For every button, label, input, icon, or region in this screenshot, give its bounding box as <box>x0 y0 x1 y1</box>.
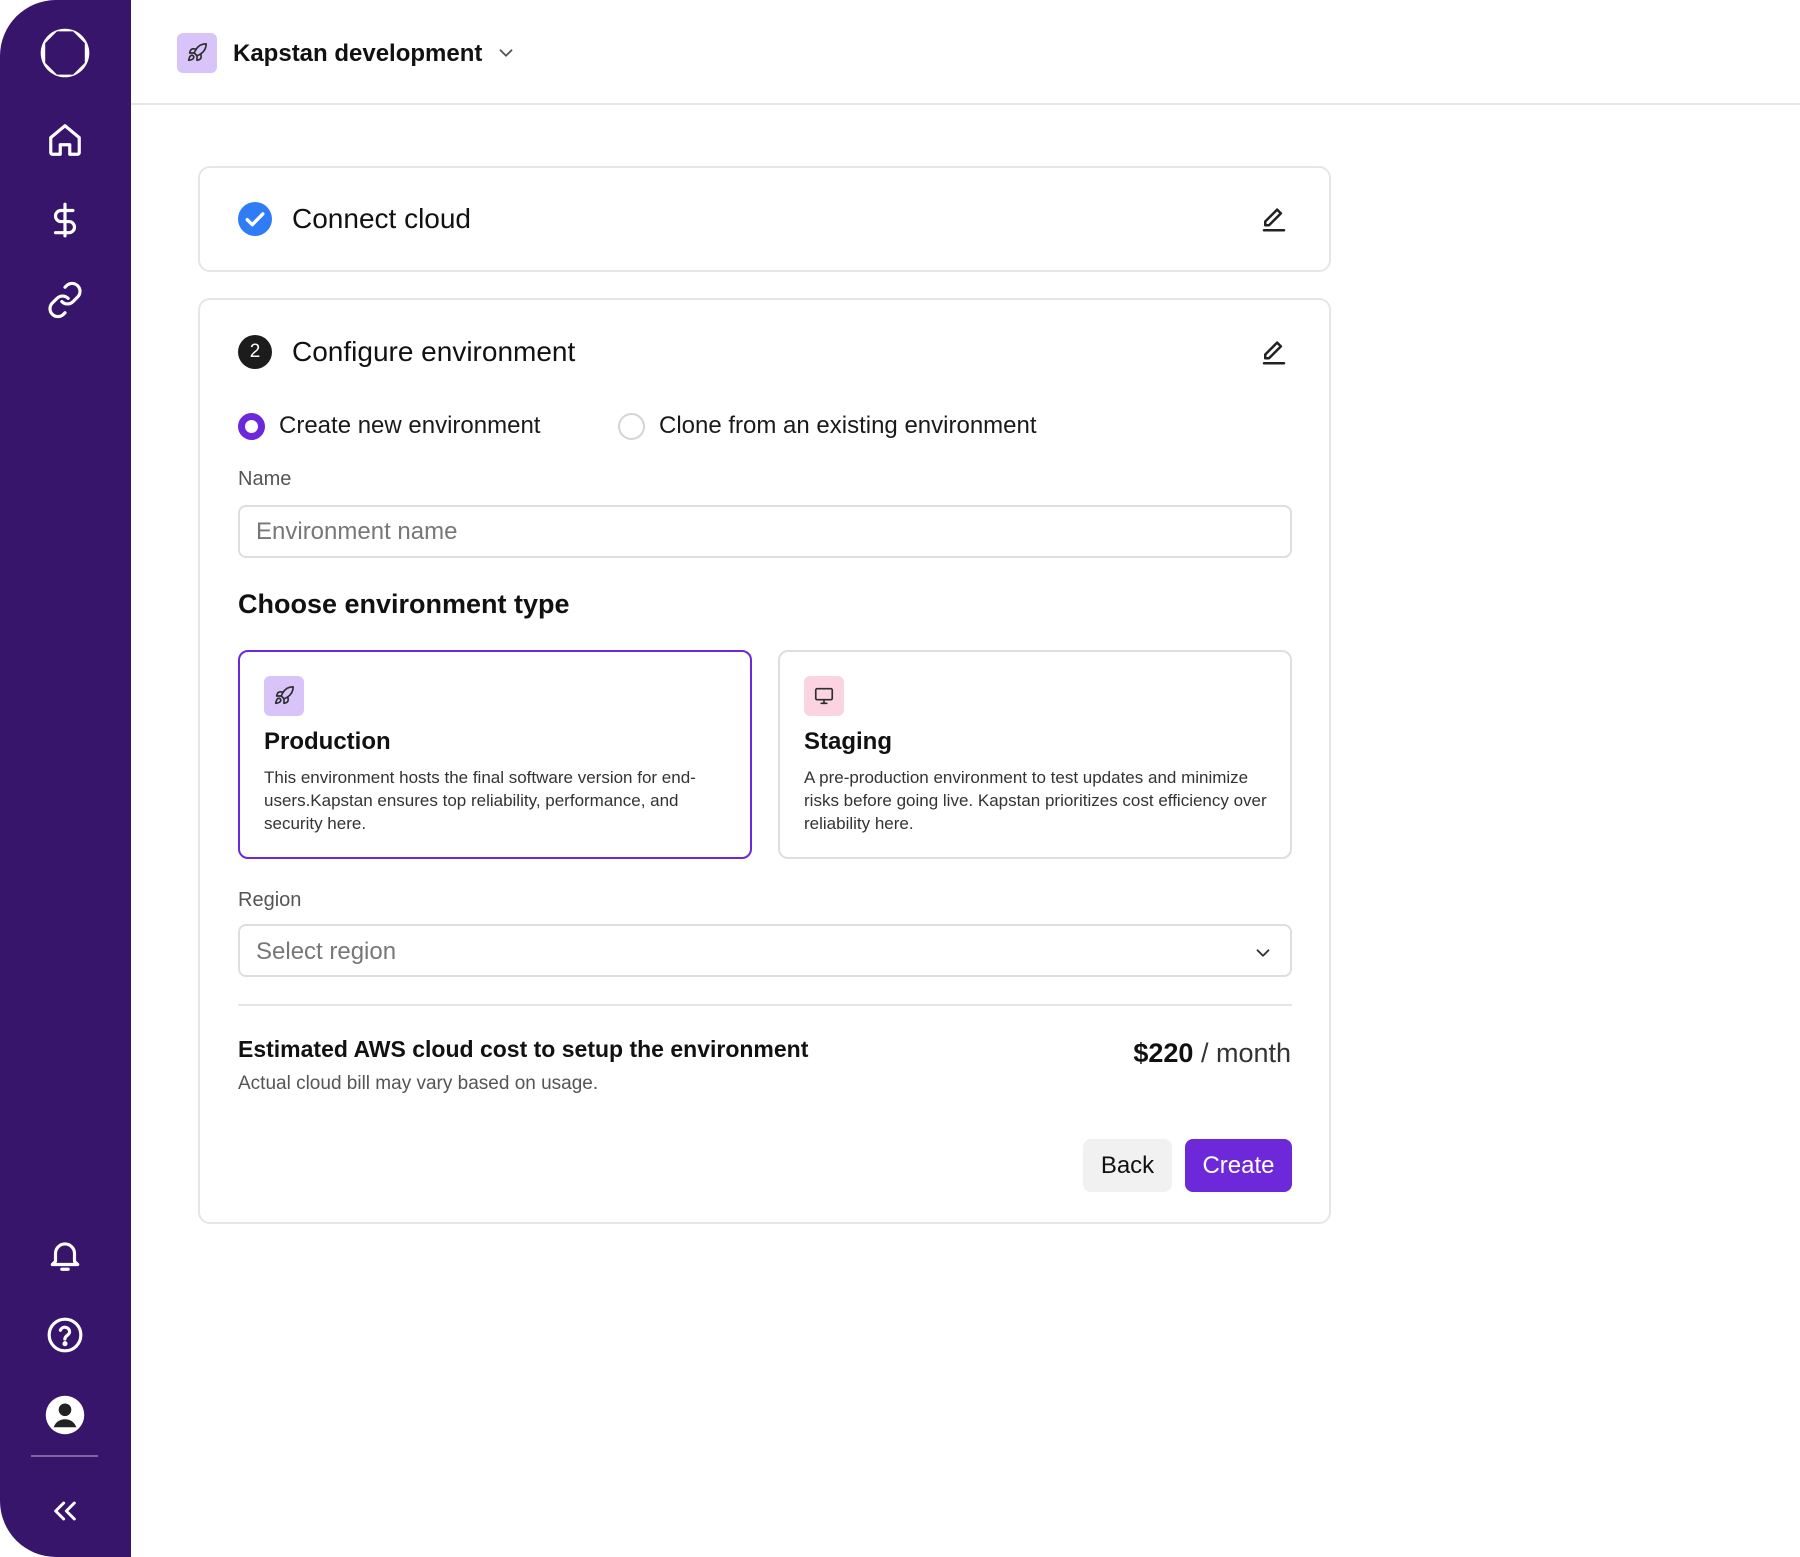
env-title-production: Production <box>264 728 391 755</box>
edit-icon[interactable] <box>1257 202 1291 236</box>
radio-button-clone-existing[interactable] <box>618 412 645 440</box>
env-type-staging[interactable]: Staging A pre-production environment to … <box>778 650 1292 859</box>
radio-clone-existing[interactable]: Clone from an existing environment <box>618 408 1037 444</box>
sidebar-divider <box>31 1455 98 1457</box>
environment-name-input[interactable] <box>238 505 1292 558</box>
region-select-placeholder: Select region <box>256 938 397 965</box>
cost-divider <box>238 1004 1292 1006</box>
help-icon[interactable] <box>38 1308 92 1362</box>
link-icon[interactable] <box>38 273 92 327</box>
top-bar: Kapstan development <box>131 0 1800 105</box>
name-label: Name <box>238 468 292 490</box>
back-button[interactable]: Back <box>1083 1139 1172 1192</box>
env-type-production[interactable]: Production This environment hosts the fi… <box>238 650 752 859</box>
radio-create-new[interactable]: Create new environment <box>238 408 540 444</box>
edit-icon[interactable] <box>1257 335 1291 369</box>
cost-amount: $220 <box>1133 1038 1194 1068</box>
home-icon[interactable] <box>38 113 92 167</box>
env-title-staging: Staging <box>804 728 892 755</box>
cost-period: / month <box>1193 1038 1291 1068</box>
chevron-down-icon[interactable] <box>495 42 517 69</box>
create-button[interactable]: Create <box>1185 1139 1292 1192</box>
rocket-icon <box>264 676 304 716</box>
radio-label-clone-existing: Clone from an existing environment <box>659 412 1037 439</box>
region-label: Region <box>238 889 302 911</box>
radio-label-create-new: Create new environment <box>279 412 541 439</box>
user-icon[interactable] <box>38 1388 92 1442</box>
double-chevron-left-icon[interactable] <box>38 1484 92 1538</box>
connect-cloud-step: Connect cloud <box>198 166 1331 272</box>
bell-icon[interactable] <box>38 1228 92 1282</box>
env-description-staging: A pre-production environment to test upd… <box>804 768 1267 833</box>
environment-type-heading: Choose environment type <box>238 589 570 619</box>
cost-estimate-note: Actual cloud bill may vary based on usag… <box>238 1073 599 1094</box>
sidebar <box>0 0 131 1557</box>
step-number-badge: 2 <box>238 335 272 369</box>
cost-estimate-title: Estimated AWS cloud cost to setup the en… <box>238 1036 809 1062</box>
env-description-production: This environment hosts the final softwar… <box>264 768 696 833</box>
cost-estimate-value: $220 / month <box>1133 1036 1291 1070</box>
rocket-icon <box>177 33 217 73</box>
monitor-icon <box>804 676 844 716</box>
region-select[interactable]: Select region <box>238 924 1292 977</box>
configure-environment-step: 2 Configure environment Create new envir… <box>198 298 1331 1224</box>
octagon-logo-icon[interactable] <box>38 26 92 80</box>
dollar-icon[interactable] <box>38 193 92 247</box>
workspace-name[interactable]: Kapstan development <box>233 38 482 70</box>
step-title-configure: Configure environment <box>292 336 576 367</box>
check-circle-icon <box>238 202 272 241</box>
chevron-down-icon <box>1252 942 1274 969</box>
radio-button-create-new[interactable] <box>238 412 265 440</box>
step-title-connect: Connect cloud <box>292 203 472 234</box>
